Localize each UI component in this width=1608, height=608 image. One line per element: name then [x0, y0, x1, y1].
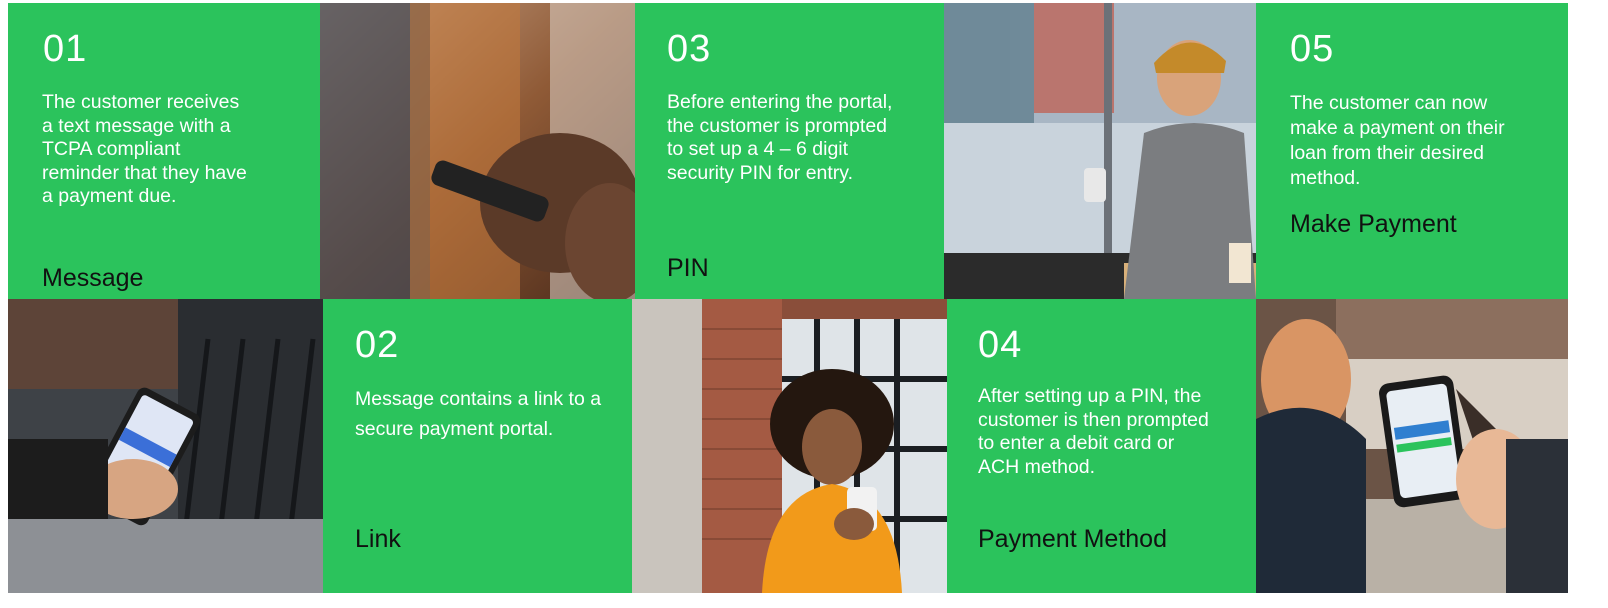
step-01-label: Message [42, 264, 144, 292]
step-03-card: 03 Before entering the portal, the custo… [635, 3, 944, 299]
photo-woman-with-phone [632, 299, 947, 593]
step-01-number: 01 [43, 28, 88, 70]
photo-man-with-phone [944, 3, 1256, 299]
step-03-number: 03 [667, 28, 712, 70]
photo-hands-with-phones [320, 3, 635, 299]
step-05-description: The customer can now make a payment on t… [1290, 92, 1505, 189]
step-01-card: 01 The customer receives a text message … [8, 3, 320, 299]
photo-hand-holding-phone [8, 299, 323, 593]
step-02-label: Link [355, 525, 401, 553]
step-04-description: After setting up a PIN, the customer is … [978, 385, 1209, 478]
step-05-label: Make Payment [1290, 210, 1457, 238]
step-01-description: The customer receives a text message wit… [42, 91, 247, 207]
photo-phone-payment-screen [1256, 299, 1568, 593]
step-04-label: Payment Method [978, 525, 1167, 553]
step-03-description: Before entering the portal, the customer… [667, 91, 893, 184]
step-02-card: 02 Message contains a link to a secure p… [323, 299, 632, 593]
step-05-number: 05 [1290, 28, 1335, 70]
step-02-number: 02 [355, 324, 400, 366]
step-04-number: 04 [978, 324, 1023, 366]
step-04-card: 04 After setting up a PIN, the customer … [947, 299, 1256, 593]
step-03-label: PIN [667, 254, 709, 282]
step-05-card: 05 The customer can now make a payment o… [1256, 3, 1568, 299]
step-02-description: Message contains a link to a secure paym… [355, 388, 602, 440]
